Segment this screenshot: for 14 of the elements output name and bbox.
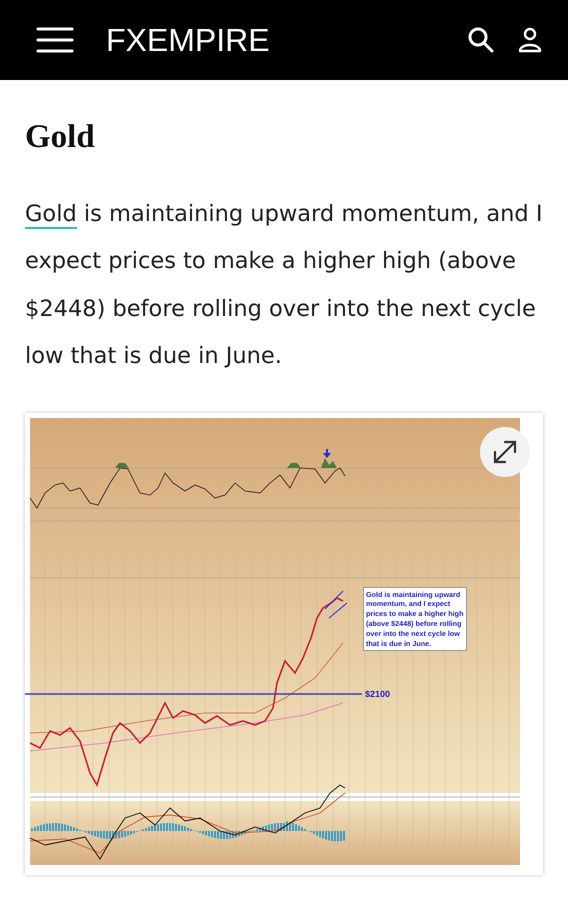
menu-button[interactable] bbox=[36, 26, 74, 54]
trend-channel bbox=[324, 590, 348, 618]
menu-icon bbox=[36, 26, 74, 54]
price-level-label: $2100 bbox=[365, 688, 390, 701]
article-link[interactable]: Gold bbox=[25, 200, 77, 229]
intro-paragraph: Gold is maintaining upward momentum, and I expect prices to make a higher high (above $2448) before rolling over into the next cycle low that is due in June. bbox=[25, 200, 544, 372]
site-logo[interactable]: FXEMPIRE bbox=[98, 16, 270, 64]
account-button[interactable] bbox=[518, 27, 542, 53]
search-icon bbox=[468, 27, 494, 53]
search-button[interactable] bbox=[468, 27, 494, 53]
article-title: Gold bbox=[25, 118, 96, 157]
expand-icon bbox=[492, 438, 518, 465]
down-arrow-icon bbox=[323, 448, 331, 458]
user-icon bbox=[518, 27, 542, 53]
